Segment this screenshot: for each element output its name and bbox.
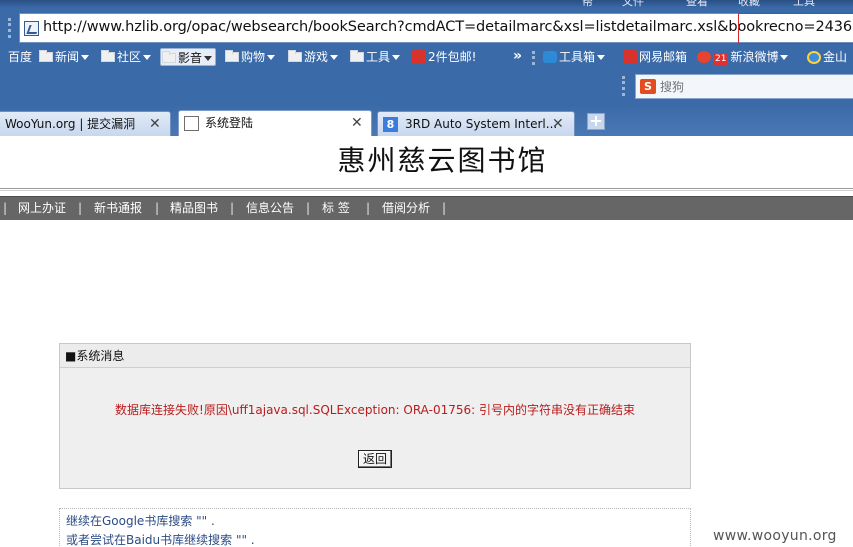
nav-online-card[interactable]: 网上办证 xyxy=(18,197,66,220)
toolbar-grip[interactable] xyxy=(8,18,11,38)
nav-separator: | xyxy=(155,201,160,215)
tab-title: 系统登陆 xyxy=(205,116,254,130)
tab-bar: WooYun.org | 提交漏洞 ✕ 系统登陆 ✕ 8 3RD Auto Sy… xyxy=(0,108,853,136)
toolbar-grip[interactable] xyxy=(532,51,535,65)
chevron-down-icon xyxy=(267,55,276,60)
chevron-down-icon xyxy=(143,55,152,60)
tab-system-login[interactable]: 系统登陆 ✕ xyxy=(178,110,372,136)
favorite-community[interactable]: 社区 xyxy=(100,48,152,66)
nav-separator: | xyxy=(78,201,83,215)
browser-chrome: 帮 文件 查看 收藏 工具 http://www.hzlib.org/opac/… xyxy=(0,0,853,136)
search-input[interactable] xyxy=(660,79,840,95)
folder-icon xyxy=(288,50,302,62)
toolbar-grip[interactable] xyxy=(622,76,625,96)
sogou-logo-icon[interactable]: S xyxy=(640,79,656,94)
address-text[interactable]: http://www.hzlib.org/opac/websearch/book… xyxy=(43,19,853,35)
system-message-header: ■系统消息 xyxy=(60,344,690,368)
nav-separator: | xyxy=(306,201,311,215)
address-bar[interactable]: http://www.hzlib.org/opac/websearch/book… xyxy=(19,13,853,43)
favorite-video[interactable]: 影音 xyxy=(160,48,217,66)
toolbox-icon xyxy=(543,51,557,63)
page-title: 惠州慈云图书馆 xyxy=(337,144,548,177)
favorite-kingsoft[interactable]: 金山 xyxy=(806,48,847,66)
notification-badge: 21 xyxy=(713,54,729,65)
url-highlight-box xyxy=(738,13,853,44)
nav-separator: | xyxy=(230,201,235,215)
favorite-news[interactable]: 新闻 xyxy=(38,48,90,66)
favorites-bar: 百度 新闻 社区 影音 购物 游戏 工具 2件包邮! 工具箱 网易邮箱 21 新浪… xyxy=(0,47,853,67)
google-search-suggestion[interactable]: 继续在Google书库搜索 "" . xyxy=(66,512,215,529)
ie-icon xyxy=(807,51,821,64)
more-favorites-chevron[interactable]: » xyxy=(513,48,522,64)
favorite-weibo[interactable]: 21 新浪微博 xyxy=(696,48,789,66)
site-nav: | 网上办证 | 新书通报 | 精品图书 | 信息公告 | 标 签 | 借阅分析… xyxy=(0,196,853,220)
watermark: www.wooyun.org xyxy=(713,528,837,544)
folder-icon xyxy=(350,50,364,62)
weibo-icon xyxy=(697,51,711,63)
chevron-down-icon xyxy=(780,55,789,60)
taobao-icon xyxy=(412,50,426,64)
divider xyxy=(0,188,853,189)
close-icon[interactable]: ✕ xyxy=(552,112,564,136)
menu-item[interactable]: 文件 xyxy=(622,0,644,8)
back-button[interactable]: 返回 xyxy=(358,450,392,468)
menu-item[interactable]: 查看 xyxy=(686,0,708,8)
nav-separator: | xyxy=(366,201,371,215)
page-icon xyxy=(24,21,39,36)
tab-favicon-icon: 8 xyxy=(383,117,398,132)
error-message: 数据库连接失败!原因\uff1ajava.sql.SQLException: O… xyxy=(115,403,635,417)
nav-separator: | xyxy=(442,201,447,215)
close-icon[interactable]: ✕ xyxy=(149,112,161,136)
close-icon[interactable]: ✕ xyxy=(351,111,363,135)
chevron-down-icon xyxy=(81,55,90,60)
tab-title: 3RD Auto System Interl... xyxy=(405,117,558,131)
divider xyxy=(0,190,853,191)
tab-wooyun[interactable]: WooYun.org | 提交漏洞 ✕ xyxy=(0,111,171,136)
menu-item[interactable]: 帮 xyxy=(582,0,593,8)
nav-announcements[interactable]: 信息公告 xyxy=(246,197,294,220)
mail-icon xyxy=(623,50,637,64)
favorite-163-mail[interactable]: 网易邮箱 xyxy=(622,48,687,66)
new-tab-button[interactable]: + xyxy=(587,113,605,130)
favorite-games[interactable]: 游戏 xyxy=(287,48,339,66)
nav-separator: | xyxy=(3,201,8,215)
folder-icon xyxy=(39,50,53,62)
nav-new-books[interactable]: 新书通报 xyxy=(94,197,142,220)
nav-borrow-analysis[interactable]: 借阅分析 xyxy=(382,197,430,220)
page-icon xyxy=(184,116,199,131)
menu-item[interactable]: 工具 xyxy=(793,0,815,8)
folder-icon xyxy=(225,50,239,62)
favorite-taobao[interactable]: 2件包邮! xyxy=(411,48,476,66)
toolbox-button[interactable]: 工具箱 xyxy=(542,48,606,66)
menu-item[interactable]: 收藏 xyxy=(738,0,760,8)
nav-tags[interactable]: 标 签 xyxy=(322,197,350,220)
search-suggestions: 继续在Google书库搜索 "" . 或者尝试在Baidu书库继续搜索 "" . xyxy=(59,508,691,547)
baidu-search-suggestion[interactable]: 或者尝试在Baidu书库继续搜索 "" . xyxy=(66,531,255,547)
favorite-baidu[interactable]: 百度 xyxy=(0,48,32,66)
chevron-down-icon xyxy=(204,56,213,61)
tab-title: WooYun.org | 提交漏洞 xyxy=(5,117,136,131)
tab-3rd-auto-system[interactable]: 8 3RD Auto System Interl... ✕ xyxy=(377,111,575,136)
folder-icon xyxy=(162,51,176,63)
search-box[interactable]: S xyxy=(635,74,853,99)
chevron-down-icon xyxy=(392,55,401,60)
menu-strip: 帮 文件 查看 收藏 工具 xyxy=(0,0,853,8)
nav-featured-books[interactable]: 精品图书 xyxy=(170,197,218,220)
chevron-down-icon xyxy=(330,55,339,60)
favorite-shopping[interactable]: 购物 xyxy=(224,48,276,66)
folder-icon xyxy=(101,50,115,62)
system-message-box: ■系统消息 数据库连接失败!原因\uff1ajava.sql.SQLExcept… xyxy=(59,343,691,489)
favorite-tools[interactable]: 工具 xyxy=(349,48,401,66)
chevron-down-icon xyxy=(597,55,606,60)
